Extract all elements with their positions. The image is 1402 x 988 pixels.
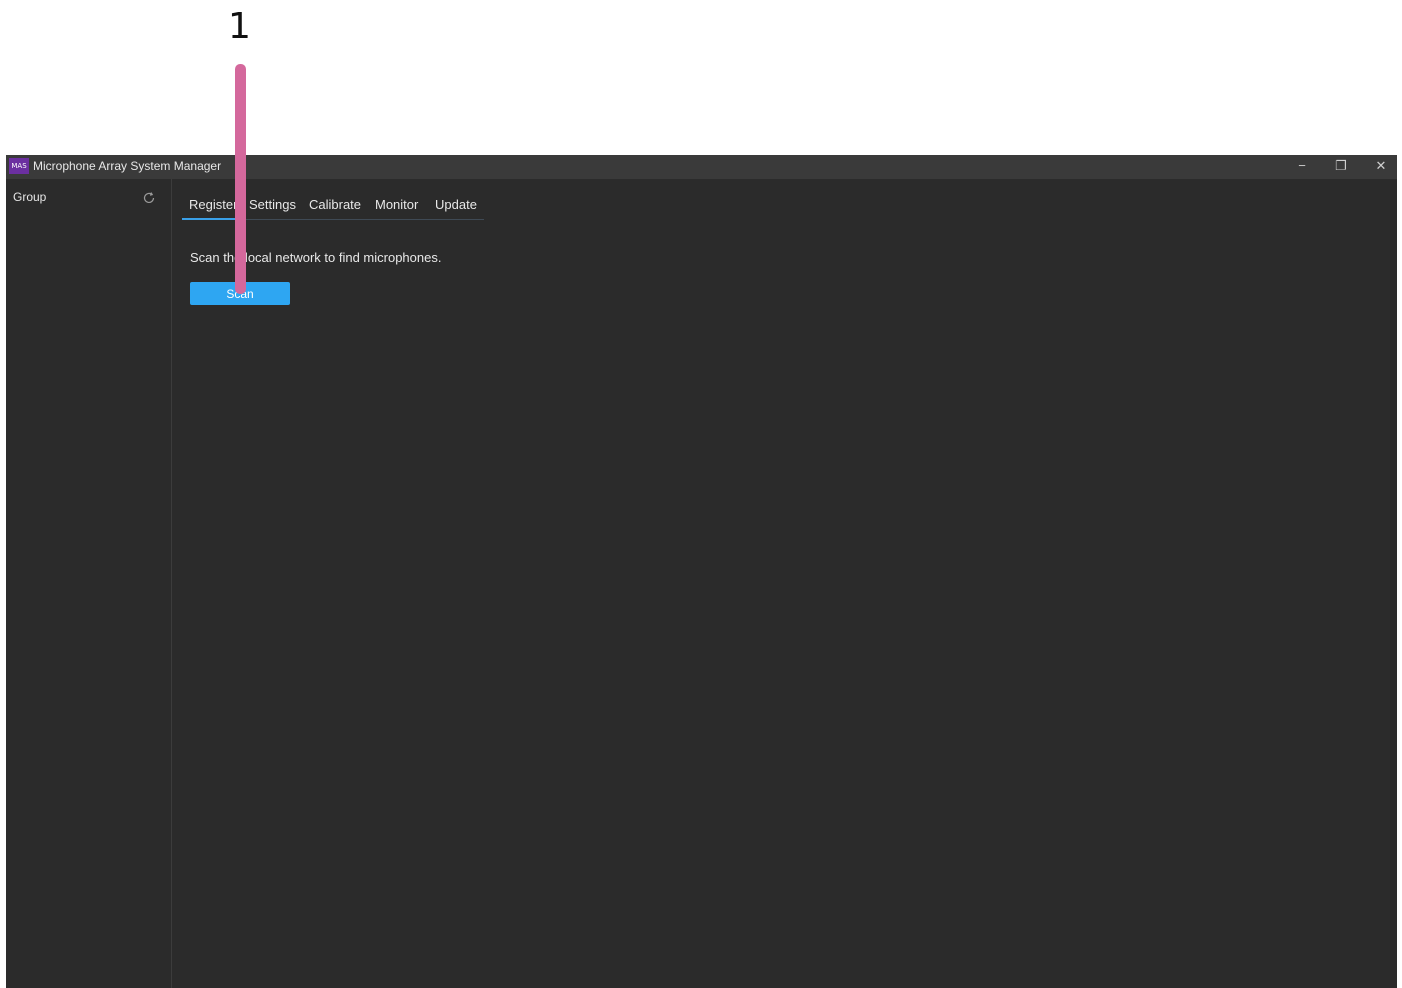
sidebar: Group: [6, 179, 172, 988]
main-panel: Register Settings Calibrate Monitor Upda…: [172, 179, 1397, 988]
tab-update[interactable]: Update: [435, 197, 477, 212]
refresh-icon[interactable]: [142, 191, 156, 205]
callout-number: 1: [228, 6, 251, 47]
tab-calibrate[interactable]: Calibrate: [309, 197, 361, 212]
minimize-button[interactable]: −: [1282, 155, 1322, 179]
tab-monitor[interactable]: Monitor: [375, 197, 418, 212]
tab-settings[interactable]: Settings: [249, 197, 296, 212]
title-bar: MAS Microphone Array System Manager − ❐ …: [6, 155, 1397, 179]
tab-bar: Register Settings Calibrate Monitor Upda…: [181, 195, 484, 220]
window-title: Microphone Array System Manager: [33, 159, 222, 173]
app-logo-icon: MAS: [9, 158, 29, 174]
sidebar-header-group: Group: [13, 190, 47, 204]
restore-button[interactable]: ❐: [1321, 155, 1361, 179]
app-window: MAS Microphone Array System Manager − ❐ …: [6, 155, 1397, 988]
tab-register[interactable]: Register: [181, 197, 244, 220]
scan-instruction: Scan the local network to find microphon…: [190, 250, 442, 265]
callout-line: [235, 64, 246, 294]
close-button[interactable]: ✕: [1361, 155, 1401, 179]
